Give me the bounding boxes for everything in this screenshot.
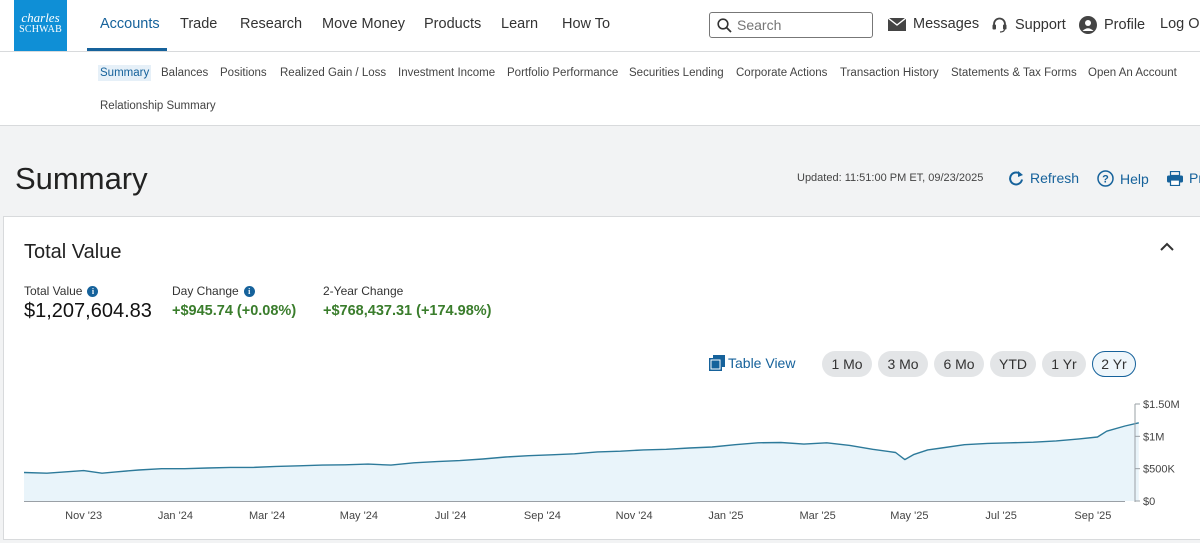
subnav-securities-lending[interactable]: Securities Lending <box>629 67 724 79</box>
profile-label: Profile <box>1104 17 1146 33</box>
x-tick-label: Jul '24 <box>435 510 466 522</box>
subnav-relationship-summary[interactable]: Relationship Summary <box>100 100 216 112</box>
subnav-investment-income[interactable]: Investment Income <box>398 67 495 79</box>
x-tick-label: May '24 <box>340 510 378 522</box>
help-label: Help <box>1120 170 1149 187</box>
printer-icon <box>1167 170 1183 186</box>
subnav-balances[interactable]: Balances <box>161 67 208 79</box>
x-tick-label: Nov '23 <box>65 510 102 522</box>
nav-learn[interactable]: Learn <box>501 16 538 32</box>
nav-trade[interactable]: Trade <box>180 16 217 32</box>
nav-products[interactable]: Products <box>424 16 481 32</box>
x-tick-label: Jan '25 <box>708 510 743 522</box>
x-tick-label: Jul '25 <box>985 510 1016 522</box>
table-view-icon <box>709 355 725 371</box>
x-tick-label: Mar '25 <box>799 510 835 522</box>
chart-area-fill <box>24 422 1139 501</box>
support-link[interactable]: Support <box>991 16 1066 33</box>
support-label: Support <box>1015 16 1066 33</box>
x-tick-label: Nov '24 <box>616 510 653 522</box>
x-tick-label: Jan '24 <box>158 510 193 522</box>
help-button[interactable]: ? Help <box>1097 170 1149 187</box>
x-tick-label: Mar '24 <box>249 510 285 522</box>
search-box[interactable] <box>709 12 873 38</box>
search-input[interactable] <box>737 16 867 34</box>
chevron-up-icon[interactable] <box>1159 241 1175 253</box>
subnav-transaction-history[interactable]: Transaction History <box>840 67 939 79</box>
subnav-summary[interactable]: Summary <box>98 65 152 81</box>
search-icon <box>717 18 732 33</box>
two-year-change-label-group: 2-Year Change <box>323 284 403 298</box>
subnav-corporate-actions[interactable]: Corporate Actions <box>736 67 827 79</box>
day-change-value: +$945.74 (+0.08%) <box>172 303 297 319</box>
x-tick-label: May '25 <box>890 510 928 522</box>
schwab-logo[interactable]: charles SCHWAB <box>14 0 67 51</box>
range-ytd-button[interactable]: YTD <box>990 351 1036 377</box>
refresh-button[interactable]: Refresh <box>1008 170 1079 186</box>
info-icon[interactable]: i <box>243 285 255 297</box>
logout-link[interactable]: Log Out <box>1160 16 1200 32</box>
last-updated-timestamp: Updated: 11:51:00 PM ET, 09/23/2025 <box>797 172 984 184</box>
total-value-amount: $1,207,604.83 <box>24 300 152 322</box>
range-3-month-button[interactable]: 3 Mo <box>878 351 928 377</box>
range-2-year-button[interactable]: 2 Yr <box>1092 351 1136 377</box>
svg-text:?: ? <box>1102 174 1109 186</box>
table-view-link[interactable]: Table View <box>709 355 795 371</box>
day-change-label: Day Change <box>172 284 239 298</box>
two-year-change-label: 2-Year Change <box>323 284 404 298</box>
range-1-month-button[interactable]: 1 Mo <box>822 351 872 377</box>
nav-move-money[interactable]: Move Money <box>322 16 405 32</box>
logo-line1: charles <box>21 10 60 25</box>
y-tick-label: $0 <box>1143 496 1155 508</box>
help-icon: ? <box>1097 170 1114 187</box>
messages-label: Messages <box>913 16 980 32</box>
subnav-positions[interactable]: Positions <box>220 67 267 79</box>
user-avatar-icon <box>1079 16 1097 34</box>
refresh-icon <box>1009 171 1023 186</box>
y-tick-label: $500K <box>1143 464 1175 476</box>
page-title: Summary <box>15 161 148 196</box>
total-value-label: Total Value <box>24 284 83 298</box>
x-tick-label: Sep '24 <box>524 510 561 522</box>
card-title: Total Value <box>24 241 122 263</box>
messages-link[interactable]: Messages <box>888 16 979 32</box>
two-year-change-value: +$768,437.31 (+174.98%) <box>323 303 492 319</box>
info-icon[interactable]: i <box>87 285 99 297</box>
profile-link[interactable]: Profile <box>1079 16 1145 34</box>
subnav-statements-tax-forms[interactable]: Statements & Tax Forms <box>951 67 1077 79</box>
envelope-icon <box>888 17 906 31</box>
y-tick-label: $1.50M <box>1143 399 1180 411</box>
active-nav-indicator <box>87 48 167 51</box>
logo-line2: SCHWAB <box>19 24 62 35</box>
range-1-year-button[interactable]: 1 Yr <box>1042 351 1086 377</box>
subnav-portfolio-performance[interactable]: Portfolio Performance <box>507 67 618 79</box>
y-tick-label: $1M <box>1143 431 1164 443</box>
headset-icon <box>992 17 1007 33</box>
total-value-label-group: Total Value i <box>24 284 99 298</box>
range-6-month-button[interactable]: 6 Mo <box>934 351 984 377</box>
total-value-card: Total Value Total Value i $1,207,604.83 … <box>3 216 1200 540</box>
logout-label: Log Out <box>1160 16 1200 32</box>
account-subnav: Summary Balances Positions Realized Gain… <box>0 52 1200 126</box>
table-view-label: Table View <box>728 355 796 371</box>
print-label: Print <box>1189 170 1200 186</box>
total-value-chart: $1.50M $1M $500K $0 Nov '23 Jan '24 Mar '24 Ma… <box>23 399 1180 522</box>
x-tick-label: Sep '25 <box>1074 510 1111 522</box>
nav-accounts[interactable]: Accounts <box>100 16 160 32</box>
subnav-realized-gain-loss[interactable]: Realized Gain / Loss <box>280 67 386 79</box>
top-navigation-bar: charles SCHWAB Accounts Trade Research M… <box>0 0 1200 52</box>
refresh-label: Refresh <box>1030 170 1080 186</box>
subnav-open-an-account[interactable]: Open An Account <box>1088 67 1177 79</box>
print-button[interactable]: Print <box>1167 170 1200 186</box>
day-change-label-group: Day Change i <box>172 284 255 298</box>
nav-how-to[interactable]: How To <box>562 16 610 32</box>
nav-research[interactable]: Research <box>240 16 302 32</box>
